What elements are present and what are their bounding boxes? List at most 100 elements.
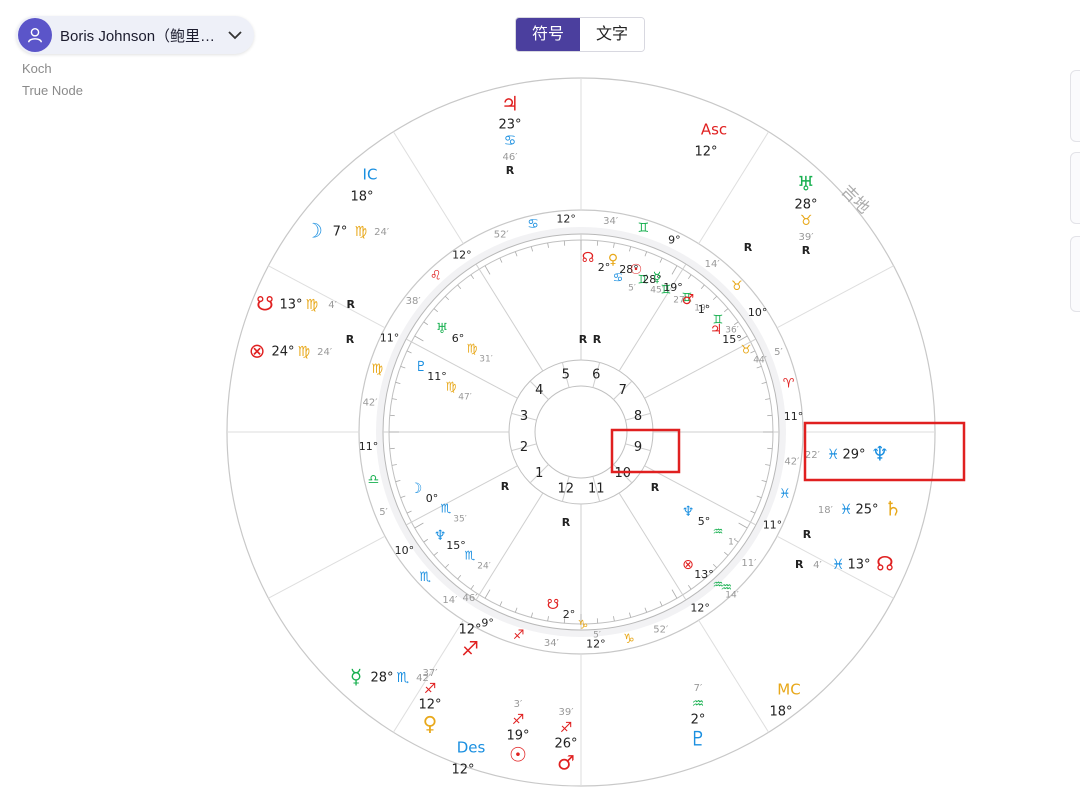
cusp-degree: 11° <box>380 332 400 345</box>
outer-divider-line <box>698 620 770 733</box>
planet-degree: 2° <box>691 713 706 728</box>
planet-sign: ♓ <box>840 502 853 518</box>
cusp-degree: 11° <box>784 410 804 423</box>
cusp-sign: ♑ <box>623 632 635 647</box>
planet-sign: ♐ <box>560 720 573 736</box>
retrograde-marker: R <box>744 241 753 254</box>
house-number-7: 7 <box>619 383 627 398</box>
retrograde-marker: R <box>579 333 588 346</box>
planet-degree: 12° <box>418 698 441 713</box>
cusp-minute: 42′ <box>363 397 379 408</box>
cusp-degree: 11° <box>359 440 379 453</box>
inner-planet-icon: ⊗ <box>682 557 694 573</box>
planet-minute: 39′ <box>799 232 815 243</box>
planet-sign: ♓ <box>827 447 840 463</box>
outer-divider-line <box>268 535 386 599</box>
moon-icon: ☽ <box>305 219 323 243</box>
inner-planet-icon: ♆ <box>434 528 447 544</box>
cusp-sign: ♌ <box>430 269 442 284</box>
pluto-icon: ♇ <box>689 727 707 751</box>
natal-chart-wheel: 12345 6789101112 12°♋52′ 9°♊34′10°♉14′11°♈… <box>226 77 966 787</box>
house-number-9: 9 <box>634 440 642 455</box>
planet-sign: ♍ <box>306 297 319 313</box>
inner-planet-minute: 31′ <box>479 355 493 365</box>
inner-planet-minute: 35′ <box>453 515 467 525</box>
uranus-icon: ♅ <box>797 172 815 196</box>
inner-planet-icon: ☿ <box>653 270 662 286</box>
jupiter-icon: ♃ <box>501 92 519 116</box>
cusp-degree: 10° <box>395 544 415 557</box>
inner-planet-minute: 47′ <box>458 393 472 403</box>
house-number-6: 6 <box>592 368 600 383</box>
cusp-degree: 11° <box>763 518 783 531</box>
inner-planet-icon: ☊ <box>582 250 594 266</box>
planet-sign: ♐ <box>424 681 437 697</box>
inner-planet-degree: 2° <box>563 608 576 621</box>
inner-planet-degree: 19° <box>663 281 683 294</box>
retrograde-marker: R <box>651 481 660 494</box>
cusp-sign: ♐ <box>513 628 525 643</box>
cusp-minute: 52′ <box>494 230 510 241</box>
inner-planet-sign: ♉ <box>741 343 752 357</box>
mars-icon: ♂ <box>557 751 575 775</box>
cusp-sign: ♊ <box>637 221 649 236</box>
cusp-minute: 52′ <box>653 624 669 635</box>
house-number-2: 2 <box>520 440 528 455</box>
planet-degree: 19° <box>506 729 529 744</box>
axis-mc-label: MC <box>777 681 800 699</box>
planet-degree: 28° <box>794 198 817 213</box>
cusp-minute: 38′ <box>406 296 422 307</box>
planet-sign: ♍ <box>355 224 368 240</box>
planet-sign: ♓ <box>832 557 845 573</box>
axis-mc-degree: 18° <box>769 705 792 720</box>
inner-planet-icon: ♇ <box>415 359 428 375</box>
inner-planet-minute: 14′ <box>725 591 739 601</box>
aspect-label: 吉地 <box>838 181 874 217</box>
retrograde-marker: R <box>795 558 804 571</box>
retrograde-marker: R <box>803 528 812 541</box>
mercury-icon: ☿ <box>350 665 362 689</box>
planet-minute: 18′ <box>818 505 834 516</box>
cusp-degree: 9° <box>481 616 494 629</box>
planet-sign: ♋ <box>504 133 517 149</box>
inner-planet-sign: ♏ <box>441 502 452 516</box>
planet-degree: 7° <box>333 225 348 240</box>
sun-icon: ☉ <box>509 743 527 767</box>
cusp-sign: ♋ <box>527 217 539 232</box>
house-number-4: 4 <box>535 383 543 398</box>
planet-degree: 24° <box>271 345 294 360</box>
house-number-5: 5 <box>562 368 570 383</box>
axis-des-degree: 12° <box>451 763 474 778</box>
south-node-icon: ☋ <box>256 292 274 316</box>
inner-planet-degree: 15° <box>722 333 742 346</box>
axis-ic-degree: 18° <box>350 190 373 205</box>
inner-planet-minute: 5′ <box>628 284 636 294</box>
north-node-icon: ☊ <box>876 552 894 576</box>
axis-ic-label: IC <box>363 166 378 184</box>
planet-minute: 39′ <box>559 707 575 718</box>
planet-degree: 25° <box>855 503 878 518</box>
inner-planet-minute: 44′ <box>753 356 767 366</box>
inner-planet-sign: ♑ <box>578 618 589 632</box>
planet-degree: 13° <box>847 558 870 573</box>
retrograde-marker: R <box>802 244 811 257</box>
inner-planet-icon: ♆ <box>682 504 695 520</box>
retrograde-marker: R <box>347 298 356 311</box>
cusp-minute: 14′ <box>705 259 721 270</box>
cusp-degree: 10° <box>748 306 768 319</box>
cusp-degree: 9° <box>668 234 681 247</box>
planet-degree: 29° <box>842 448 865 463</box>
cusp-minute: 34′ <box>544 638 560 649</box>
cusp-minute: 42′ <box>784 457 800 468</box>
axis-asc-label: Asc <box>701 121 727 139</box>
cusp-sign: ♏ <box>419 570 431 585</box>
planet-minute: 24′ <box>374 227 390 238</box>
inner-planet-icon: ♅ <box>436 321 449 337</box>
retrograde-marker: R <box>346 333 355 346</box>
fortune-icon: ⊗ <box>249 339 266 363</box>
cusp-sign: ♍ <box>371 362 383 377</box>
neptune-icon: ♆ <box>871 442 889 466</box>
axis-asc-degree: 12° <box>694 145 717 160</box>
house-number-1: 1 <box>535 466 543 481</box>
inner-planet-icon: ♃ <box>710 322 723 338</box>
